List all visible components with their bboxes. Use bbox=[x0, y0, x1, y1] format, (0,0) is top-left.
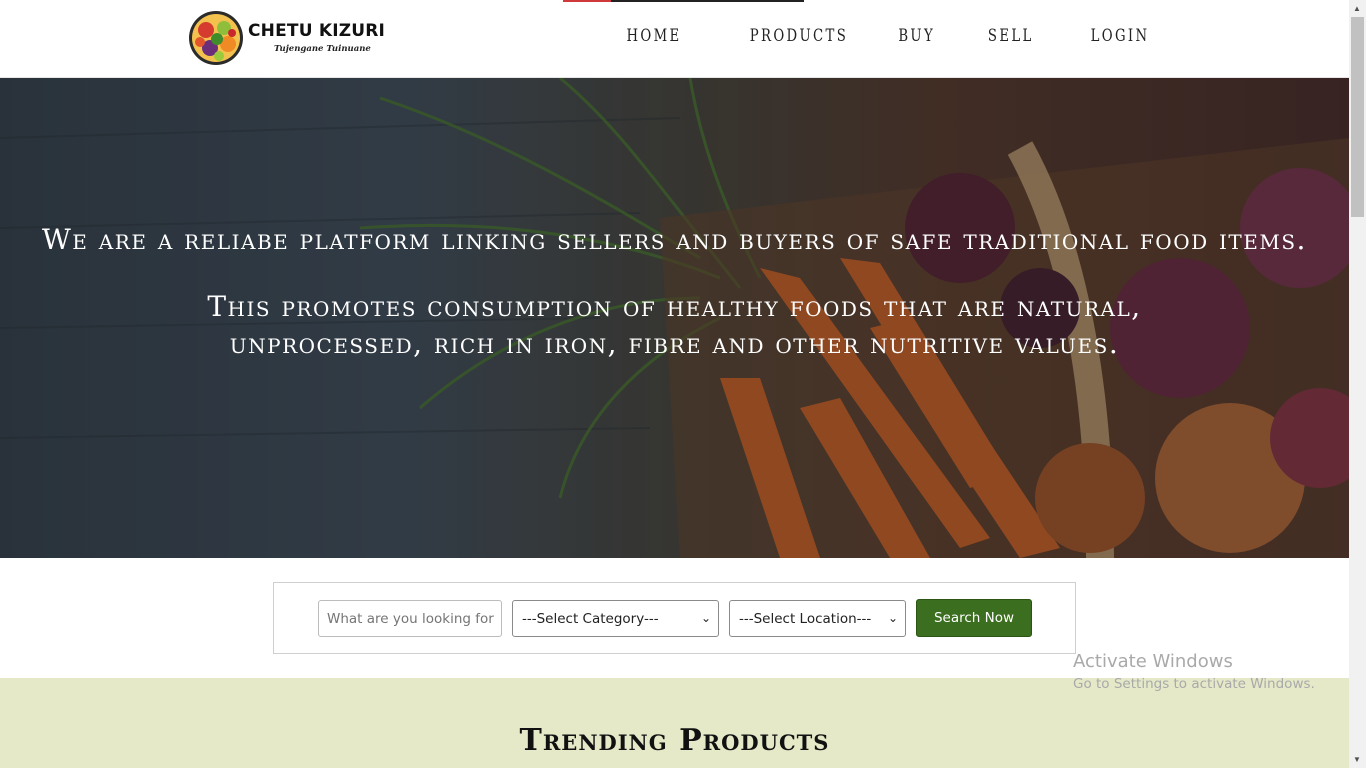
hero-banner: We are a reliabe platform linking seller… bbox=[0, 78, 1349, 558]
main-nav: HOME PRODUCTS BUY SELL LOGIN bbox=[571, 26, 1149, 46]
page-scrollbar[interactable]: ▲ ▼ bbox=[1349, 0, 1366, 768]
search-input[interactable] bbox=[318, 600, 502, 637]
nav-sell[interactable]: SELL bbox=[988, 26, 1034, 46]
brand-tagline: Tujengane Tuinuane bbox=[274, 43, 371, 54]
watermark-title: Activate Windows bbox=[1073, 651, 1233, 672]
search-panel: ---Select Category--- ⌄ ---Select Locati… bbox=[273, 582, 1076, 654]
category-select-value: ---Select Category--- bbox=[522, 610, 659, 627]
scroll-progress-bar bbox=[563, 0, 804, 2]
nav-home[interactable]: HOME bbox=[627, 26, 682, 46]
scrollbar-thumb[interactable] bbox=[1351, 17, 1364, 217]
activate-windows-watermark: Activate Windows Go to Settings to activ… bbox=[1073, 651, 1315, 692]
site-header: CHETU KIZURI Tujengane Tuinuane HOME PRO… bbox=[0, 0, 1349, 78]
logo[interactable]: CHETU KIZURI Tujengane Tuinuane bbox=[186, 8, 385, 68]
chevron-down-icon: ⌄ bbox=[700, 611, 711, 625]
location-select-value: ---Select Location--- bbox=[739, 610, 872, 627]
trending-title: Trending Products bbox=[519, 723, 830, 758]
triangle-down-icon[interactable]: ▼ bbox=[1353, 755, 1361, 764]
location-select[interactable]: ---Select Location--- ⌄ bbox=[729, 600, 906, 637]
hero-subtext: This promotes consumption of healthy foo… bbox=[207, 290, 1142, 360]
chevron-down-icon: ⌄ bbox=[887, 611, 898, 625]
nav-products[interactable]: PRODUCTS bbox=[750, 26, 848, 46]
triangle-up-icon[interactable]: ▲ bbox=[1353, 4, 1361, 13]
logo-fruit-icon bbox=[186, 8, 246, 68]
nav-login[interactable]: LOGIN bbox=[1090, 26, 1149, 46]
hero-headline: We are a reliabe platform linking seller… bbox=[42, 223, 1307, 256]
category-select[interactable]: ---Select Category--- ⌄ bbox=[512, 600, 719, 637]
watermark-subtitle: Go to Settings to activate Windows. bbox=[1073, 676, 1315, 692]
brand-name: CHETU KIZURI bbox=[248, 20, 386, 41]
search-now-button[interactable]: Search Now bbox=[916, 599, 1032, 637]
scroll-progress-fill bbox=[563, 0, 612, 2]
nav-buy[interactable]: BUY bbox=[898, 26, 935, 46]
